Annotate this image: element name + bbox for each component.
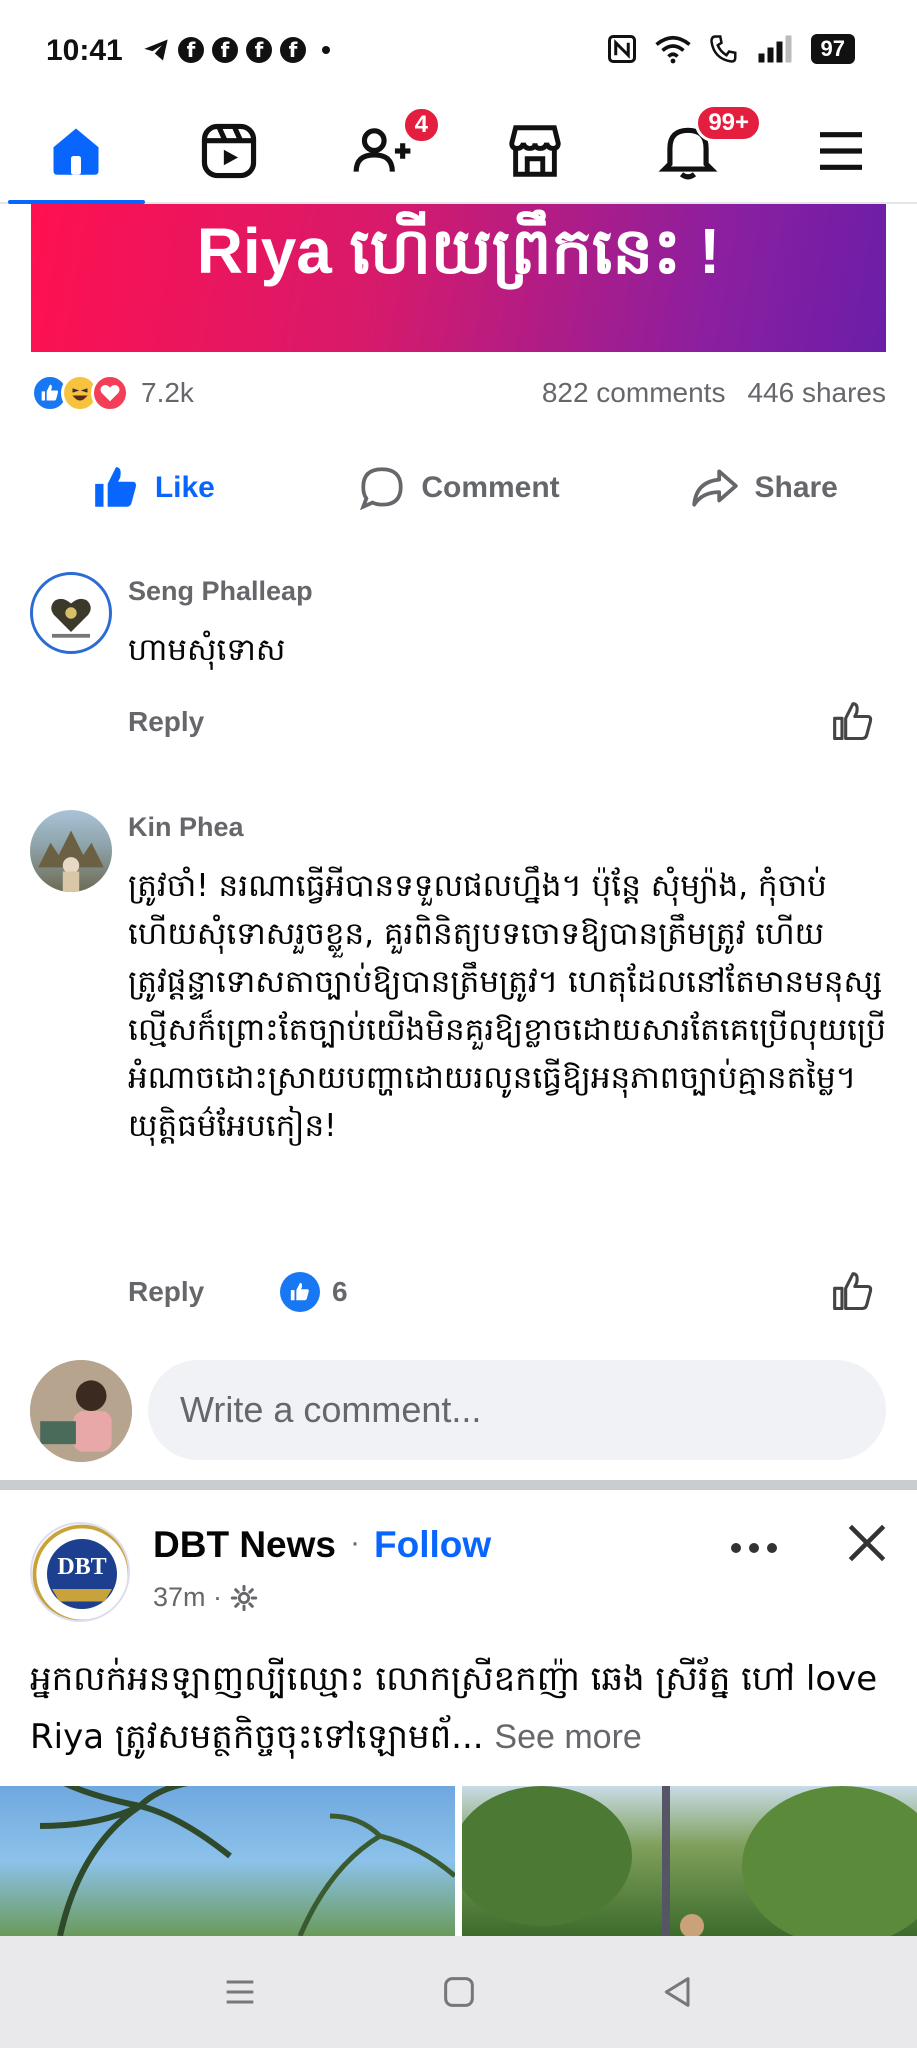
write-comment-input[interactable]: Write a comment... (148, 1360, 886, 1460)
like-label: Like (154, 471, 215, 504)
android-navigation-bar (0, 1936, 917, 2048)
shares-count[interactable]: 446 shares (747, 377, 886, 409)
post-text: អ្នកលក់អនឡាញល្បីឈ្មោះ លោកស្រីឧកញ៉ា ឆេង ស… (30, 1650, 890, 1766)
reply-button[interactable]: Reply (128, 706, 204, 738)
recent-apps-icon[interactable] (220, 1972, 260, 2012)
nav-friends[interactable]: 4 (306, 100, 459, 202)
reaction-icons (31, 374, 129, 412)
facebook-icon: f (280, 37, 306, 63)
write-comment-row: Write a comment... (0, 1358, 917, 1462)
reaction-count: 7.2k (141, 377, 194, 408)
marketplace-icon (509, 125, 561, 177)
post-photo[interactable] (462, 1786, 917, 1936)
comment-item: Seng Phalleap ហាមសុំទោស Reply (0, 570, 917, 760)
post-body-text: អ្នកលក់អនឡាញល្បីឈ្មោះ លោកស្រីឧកញ៉ា ឆេង ស… (30, 1659, 878, 1757)
comment-icon (360, 467, 403, 511)
nav-video[interactable] (153, 100, 306, 202)
post-timestamp: 37m · (153, 1582, 258, 1613)
like-reaction-icon (280, 1272, 320, 1312)
comments-count[interactable]: 822 comments (542, 377, 726, 409)
back-icon[interactable] (658, 1972, 698, 2012)
see-more-link[interactable]: See more (494, 1718, 641, 1756)
page-avatar[interactable]: DBT (30, 1522, 130, 1622)
call-icon (709, 35, 737, 63)
privacy-settings-icon (230, 1584, 258, 1611)
comment-reaction-summary[interactable]: 6 (280, 1272, 348, 1312)
nav-menu[interactable] (764, 100, 917, 202)
telegram-icon (144, 39, 168, 61)
close-icon[interactable] (842, 1518, 892, 1568)
more-notifications-dot (322, 46, 330, 54)
page-logo-text: DBT (57, 1554, 107, 1580)
reactions-summary[interactable]: 7.2k 822 comments 446 shares (31, 368, 886, 418)
page-name[interactable]: DBT News (153, 1524, 336, 1566)
comment-text: ហាមសុំទោស (128, 632, 286, 668)
hamburger-menu-icon (819, 132, 862, 170)
commenter-avatar[interactable] (30, 572, 112, 654)
post-actions: Like Comment Share (0, 448, 917, 528)
facebook-icon: f (246, 37, 272, 63)
nav-marketplace[interactable] (458, 100, 611, 202)
home-icon (53, 128, 99, 175)
follow-button[interactable]: Follow (374, 1524, 491, 1566)
comment-item: Kin Phea ត្រូវចាំ! នរណាធ្វើអីបានទទួលផលហ្… (0, 806, 917, 1326)
signal-icon (758, 35, 792, 63)
post-photo[interactable] (0, 1786, 455, 1936)
name-separator: · (350, 1526, 360, 1559)
commenter-avatar[interactable] (30, 810, 112, 892)
status-system-icons: 97 (607, 34, 855, 64)
comment-text: ត្រូវចាំ! នរណាធ្វើអីបានទទួលផលហ្នឹង។ ប៉ុន… (128, 868, 886, 1144)
comment-like-count: 6 (332, 1276, 348, 1307)
commenter-name[interactable]: Seng Phalleap (128, 576, 313, 607)
post-image-banner[interactable]: Riya ហើយព្រឹកនេះ ! (31, 204, 886, 352)
share-label: Share (754, 471, 838, 504)
comment-like-icon[interactable] (831, 700, 875, 744)
comment-button[interactable]: Comment (306, 448, 612, 528)
facebook-icon: f (212, 37, 238, 63)
home-button-icon[interactable] (439, 1972, 479, 2012)
banner-text: Riya ហើយព្រឹកនេះ ! (196, 215, 721, 287)
friends-badge: 4 (401, 106, 442, 144)
battery-indicator: 97 (810, 34, 855, 64)
share-icon (692, 469, 739, 507)
comment-label: Comment (421, 471, 560, 504)
post-header: DBT DBT News · Follow 37m · (0, 1490, 917, 1640)
status-bar: 10:41 f f f f 97 (0, 0, 917, 100)
notifications-badge: 99+ (695, 104, 763, 142)
facebook-icon: f (178, 37, 204, 63)
post-time-text: 37m · (153, 1582, 223, 1612)
feed-separator (0, 1480, 917, 1490)
reply-button[interactable]: Reply (128, 1276, 204, 1308)
thumbs-up-icon (94, 467, 136, 507)
commenter-name[interactable]: Kin Phea (128, 812, 244, 843)
nfc-icon (607, 35, 636, 63)
status-notification-icons: f f f f (142, 36, 330, 64)
like-button[interactable]: Like (0, 448, 306, 528)
wifi-icon (654, 35, 691, 64)
status-time: 10:41 (46, 34, 123, 67)
nav-notifications[interactable]: 99+ (611, 100, 764, 202)
nav-home[interactable] (0, 100, 153, 204)
video-icon (202, 123, 257, 179)
comment-like-icon[interactable] (831, 1270, 875, 1314)
love-reaction-icon (91, 374, 129, 412)
user-avatar[interactable] (30, 1360, 132, 1462)
top-nav-bar: 4 99+ (0, 100, 917, 204)
share-button[interactable]: Share (611, 448, 917, 528)
more-options-icon[interactable] (728, 1538, 780, 1558)
